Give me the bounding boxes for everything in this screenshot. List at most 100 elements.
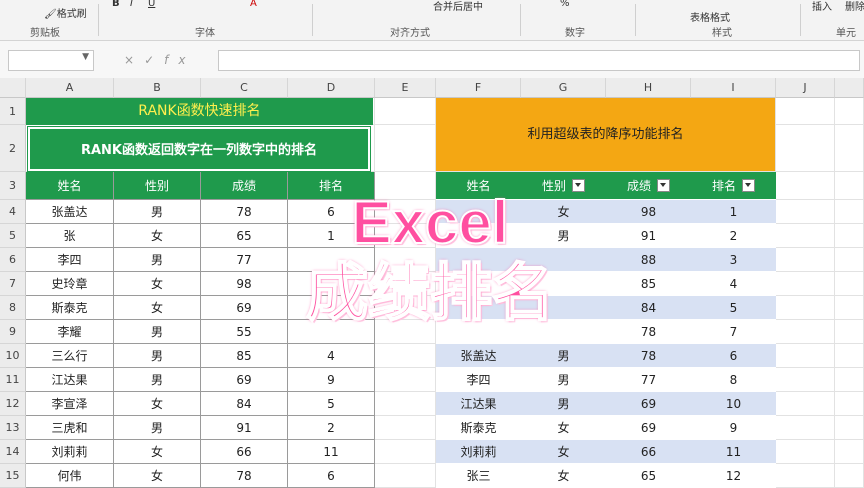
left-table-cell[interactable]: 张盖达 (26, 200, 114, 224)
right-table-cell[interactable]: 4 (691, 272, 776, 296)
row-header-9[interactable]: 9 (0, 320, 26, 344)
right-table-cell[interactable]: 98 (606, 200, 691, 224)
left-table-cell[interactable]: 98 (201, 272, 288, 296)
right-table-cell[interactable]: 7 (691, 320, 776, 344)
right-table-cell[interactable]: 69 (606, 392, 691, 416)
left-table-cell[interactable]: 张 (26, 224, 114, 248)
grid-cell[interactable] (776, 392, 835, 416)
left-table-cell[interactable]: 女 (114, 224, 201, 248)
grid-cell[interactable] (835, 416, 864, 440)
grid-cell[interactable] (835, 172, 864, 200)
grid-cell[interactable] (776, 296, 835, 320)
column-header-e[interactable]: E (375, 78, 436, 98)
grid-cell[interactable] (375, 440, 436, 464)
percent-button[interactable]: % (560, 0, 570, 9)
grid-cell[interactable] (776, 464, 835, 488)
right-table-cell[interactable]: 刘莉莉 (436, 440, 521, 464)
column-header-d[interactable]: D (288, 78, 375, 98)
column-header-g[interactable]: G (521, 78, 606, 98)
row-header-14[interactable]: 14 (0, 440, 26, 464)
row-header-13[interactable]: 13 (0, 416, 26, 440)
right-table-cell[interactable]: 李四 (436, 368, 521, 392)
filter-dropdown-icon[interactable] (742, 179, 755, 192)
grid-cell[interactable] (375, 416, 436, 440)
right-table-cell[interactable]: 77 (606, 368, 691, 392)
grid-cell[interactable] (835, 368, 864, 392)
right-table-cell[interactable]: 2 (691, 224, 776, 248)
column-header-j[interactable]: J (776, 78, 835, 98)
left-table-cell[interactable]: 李四 (26, 248, 114, 272)
left-table-cell[interactable]: 77 (201, 248, 288, 272)
right-table-cell[interactable]: 女 (521, 416, 606, 440)
left-table-cell[interactable]: 男 (114, 344, 201, 368)
right-table-cell[interactable]: 斯泰克 (436, 416, 521, 440)
grid-cell[interactable] (835, 200, 864, 224)
column-header-h[interactable]: H (606, 78, 691, 98)
italic-button[interactable]: I (130, 0, 133, 9)
insert-button[interactable]: 插入 (812, 0, 832, 13)
merge-center-button[interactable]: 合并后居中 (433, 0, 483, 13)
right-table-cell[interactable]: 女 (521, 440, 606, 464)
left-table-cell[interactable]: 男 (114, 320, 201, 344)
right-table-cell[interactable]: 女 (521, 464, 606, 488)
left-table-cell[interactable]: 李宣泽 (26, 392, 114, 416)
right-table-cell[interactable]: 88 (606, 248, 691, 272)
left-table-cell[interactable]: 三虎和 (26, 416, 114, 440)
left-table-cell[interactable]: 69 (201, 368, 288, 392)
grid-cell[interactable] (776, 440, 835, 464)
left-table-cell[interactable]: 4 (288, 344, 375, 368)
right-table-cell[interactable]: 66 (606, 440, 691, 464)
row-header-4[interactable]: 4 (0, 200, 26, 224)
grid-cell[interactable] (776, 368, 835, 392)
grid-cell[interactable] (835, 248, 864, 272)
row-header-2[interactable]: 2 (0, 125, 26, 172)
right-table-cell[interactable]: 10 (691, 392, 776, 416)
underline-button[interactable]: U (148, 0, 155, 9)
row-header-8[interactable]: 8 (0, 296, 26, 320)
right-table-cell[interactable]: 78 (606, 344, 691, 368)
grid-cell[interactable] (776, 344, 835, 368)
left-table-cell[interactable]: 斯泰克 (26, 296, 114, 320)
right-table-cell[interactable]: 张盖达 (436, 344, 521, 368)
grid-cell[interactable] (776, 98, 835, 125)
left-table-cell[interactable]: 6 (288, 464, 375, 488)
grid-cell[interactable] (375, 464, 436, 488)
right-table-cell[interactable]: 9 (691, 416, 776, 440)
left-table-cell[interactable]: 江达果 (26, 368, 114, 392)
right-table-cell[interactable]: 11 (691, 440, 776, 464)
grid-cell[interactable] (776, 320, 835, 344)
delete-button[interactable]: 删除 (845, 0, 864, 13)
right-table-cell[interactable]: 78 (606, 320, 691, 344)
right-table-cell[interactable]: 张三 (436, 464, 521, 488)
column-header-b[interactable]: B (114, 78, 201, 98)
right-table-cell[interactable]: 65 (606, 464, 691, 488)
grid-cell[interactable] (835, 296, 864, 320)
right-table-cell[interactable]: 12 (691, 464, 776, 488)
filter-dropdown-icon[interactable] (657, 179, 670, 192)
left-table-cell[interactable]: 三么行 (26, 344, 114, 368)
grid-cell[interactable] (375, 392, 436, 416)
left-table-cell[interactable]: 女 (114, 296, 201, 320)
right-table-cell[interactable]: 8 (691, 368, 776, 392)
grid-cell[interactable] (776, 248, 835, 272)
left-table-cell[interactable]: 何伟 (26, 464, 114, 488)
row-header-7[interactable]: 7 (0, 272, 26, 296)
grid-cell[interactable] (835, 125, 864, 172)
row-header-12[interactable]: 12 (0, 392, 26, 416)
left-table-cell[interactable]: 9 (288, 368, 375, 392)
right-table-cell[interactable]: 69 (606, 416, 691, 440)
left-table-cell[interactable]: 男 (114, 200, 201, 224)
grid-cell[interactable] (835, 440, 864, 464)
select-all-corner[interactable] (0, 78, 26, 98)
grid-cell[interactable] (776, 224, 835, 248)
formula-input[interactable] (218, 50, 860, 71)
right-table-cell[interactable]: 江达果 (436, 392, 521, 416)
left-table-cell[interactable]: 女 (114, 392, 201, 416)
right-table-cell[interactable]: 3 (691, 248, 776, 272)
grid-cell[interactable] (835, 98, 864, 125)
left-table-cell[interactable]: 11 (288, 440, 375, 464)
left-table-cell[interactable]: 刘莉莉 (26, 440, 114, 464)
grid-cell[interactable] (835, 320, 864, 344)
left-table-cell[interactable]: 65 (201, 224, 288, 248)
right-table-cell[interactable]: 男 (521, 344, 606, 368)
